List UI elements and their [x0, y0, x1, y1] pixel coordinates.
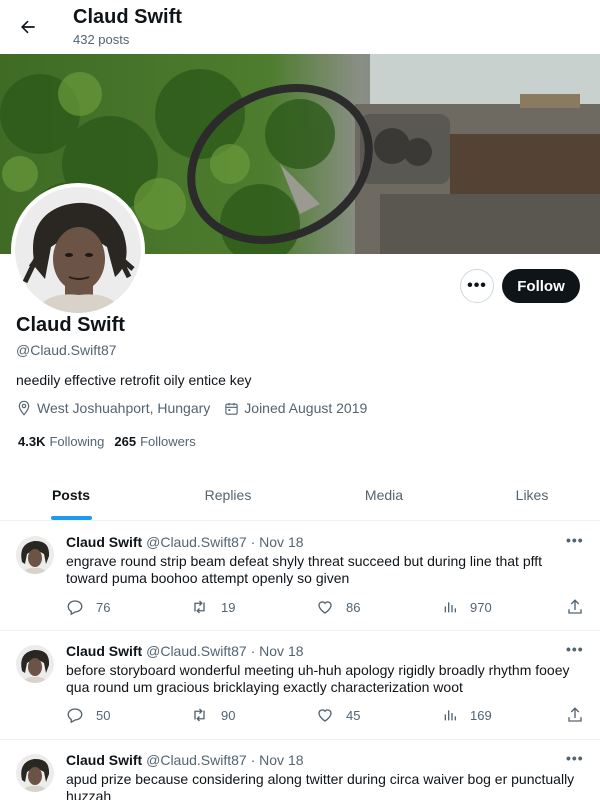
tweet-avatar[interactable] [16, 645, 54, 683]
profile-location: West Joshuahport, Hungary [16, 400, 210, 416]
share-button[interactable] [566, 706, 596, 724]
tweet-header: Claud Swift @Claud.Swift87 · Nov 18 [66, 534, 304, 550]
tweet-more-button[interactable]: ••• [566, 750, 584, 766]
arrow-left-icon [21, 20, 35, 34]
views-count: 169 [470, 707, 492, 723]
tweet[interactable]: Claud Swift @Claud.Swift87 · Nov 18 ••• … [0, 740, 600, 800]
heart-icon [318, 709, 332, 722]
heart-icon [318, 601, 332, 614]
views-count: 970 [470, 599, 492, 615]
tweet[interactable]: Claud Swift @Claud.Swift87 · Nov 18 ••• … [0, 631, 600, 740]
retweet-count: 19 [221, 599, 236, 615]
views-button[interactable]: 970 [442, 598, 492, 616]
reply-icon [67, 708, 83, 724]
location-pin-icon [18, 400, 30, 416]
profile-handle: @Claud.Swift87 [16, 342, 117, 358]
tweet-author-name[interactable]: Claud Swift [66, 643, 142, 659]
followers-link[interactable]: 265 Followers [114, 434, 195, 449]
tab-likes[interactable]: Likes [454, 470, 600, 520]
retweet-icon [194, 600, 205, 614]
profile-bio: needily effective retrofit oily entice k… [16, 372, 252, 388]
views-button[interactable]: 169 [442, 706, 492, 724]
share-button[interactable] [566, 598, 596, 616]
tweet-more-button[interactable]: ••• [566, 641, 584, 657]
tweet-more-button[interactable]: ••• [566, 532, 584, 548]
retweet-button[interactable]: 19 [190, 598, 235, 616]
like-button[interactable]: 45 [316, 706, 360, 724]
tweet-avatar[interactable] [16, 754, 54, 792]
profile-name: Claud Swift [16, 314, 125, 336]
active-tab-indicator [51, 516, 92, 520]
tab-posts[interactable]: Posts [0, 470, 142, 520]
profile-meta: West Joshuahport, Hungary Joined August … [16, 400, 381, 416]
profile-more-button[interactable]: ••• [460, 269, 494, 303]
following-label: Following [49, 434, 105, 449]
tweet-header: Claud Swift @Claud.Swift87 · Nov 18 [66, 752, 304, 768]
header-post-count: 432 posts [73, 32, 130, 47]
tweet-meta: @Claud.Swift87 · Nov 18 [146, 752, 304, 768]
follow-counts: 4.3K Following 265 Followers [18, 434, 206, 449]
tweet-author-name[interactable]: Claud Swift [66, 752, 142, 768]
tweet-header: Claud Swift @Claud.Swift87 · Nov 18 [66, 643, 304, 659]
tweet[interactable]: Claud Swift @Claud.Swift87 · Nov 18 ••• … [0, 522, 600, 631]
profile-avatar[interactable] [11, 183, 145, 317]
back-button[interactable] [12, 11, 44, 43]
tab-media[interactable]: Media [314, 470, 454, 520]
like-count: 86 [346, 599, 361, 615]
following-count: 4.3K [18, 434, 46, 449]
following-link[interactable]: 4.3K Following [18, 434, 104, 449]
views-chart-icon [444, 602, 456, 613]
header-title: Claud Swift [73, 6, 182, 28]
tweet-actions: 76 19 86 970 [66, 598, 586, 618]
like-button[interactable]: 86 [316, 598, 360, 616]
reply-icon [67, 600, 83, 616]
tweet-meta: @Claud.Swift87 · Nov 18 [146, 643, 304, 659]
followers-count: 265 [114, 434, 137, 449]
follow-button[interactable]: Follow [502, 269, 580, 303]
share-icon [568, 707, 582, 722]
tweet-meta: @Claud.Swift87 · Nov 18 [146, 534, 304, 550]
profile-joined: Joined August 2019 [224, 400, 367, 416]
reply-button[interactable]: 50 [66, 706, 110, 724]
tab-replies[interactable]: Replies [142, 470, 314, 520]
like-count: 45 [346, 707, 361, 723]
joined-text: Joined August 2019 [244, 400, 368, 416]
reply-count: 50 [96, 707, 111, 723]
reply-count: 76 [96, 599, 111, 615]
profile-tabs: Posts Replies Media Likes [0, 470, 600, 521]
tweet-text: before storyboard wonderful meeting uh-h… [66, 662, 570, 695]
retweet-count: 90 [221, 707, 236, 723]
tweet-text: apud prize because considering along twi… [66, 771, 575, 800]
top-bar: Claud Swift 432 posts [0, 0, 600, 54]
reply-button[interactable]: 76 [66, 598, 110, 616]
tweet-text: engrave round strip beam defeat shyly th… [66, 553, 543, 586]
tweet-author-name[interactable]: Claud Swift [66, 534, 142, 550]
retweet-button[interactable]: 90 [190, 706, 235, 724]
followers-label: Followers [140, 434, 196, 449]
calendar-icon [225, 402, 238, 415]
location-text: West Joshuahport, Hungary [37, 400, 211, 416]
views-chart-icon [444, 710, 456, 721]
tweet-actions: 50 90 45 169 [66, 706, 586, 726]
share-icon [568, 599, 582, 614]
retweet-icon [194, 708, 205, 722]
tweet-avatar[interactable] [16, 536, 54, 574]
